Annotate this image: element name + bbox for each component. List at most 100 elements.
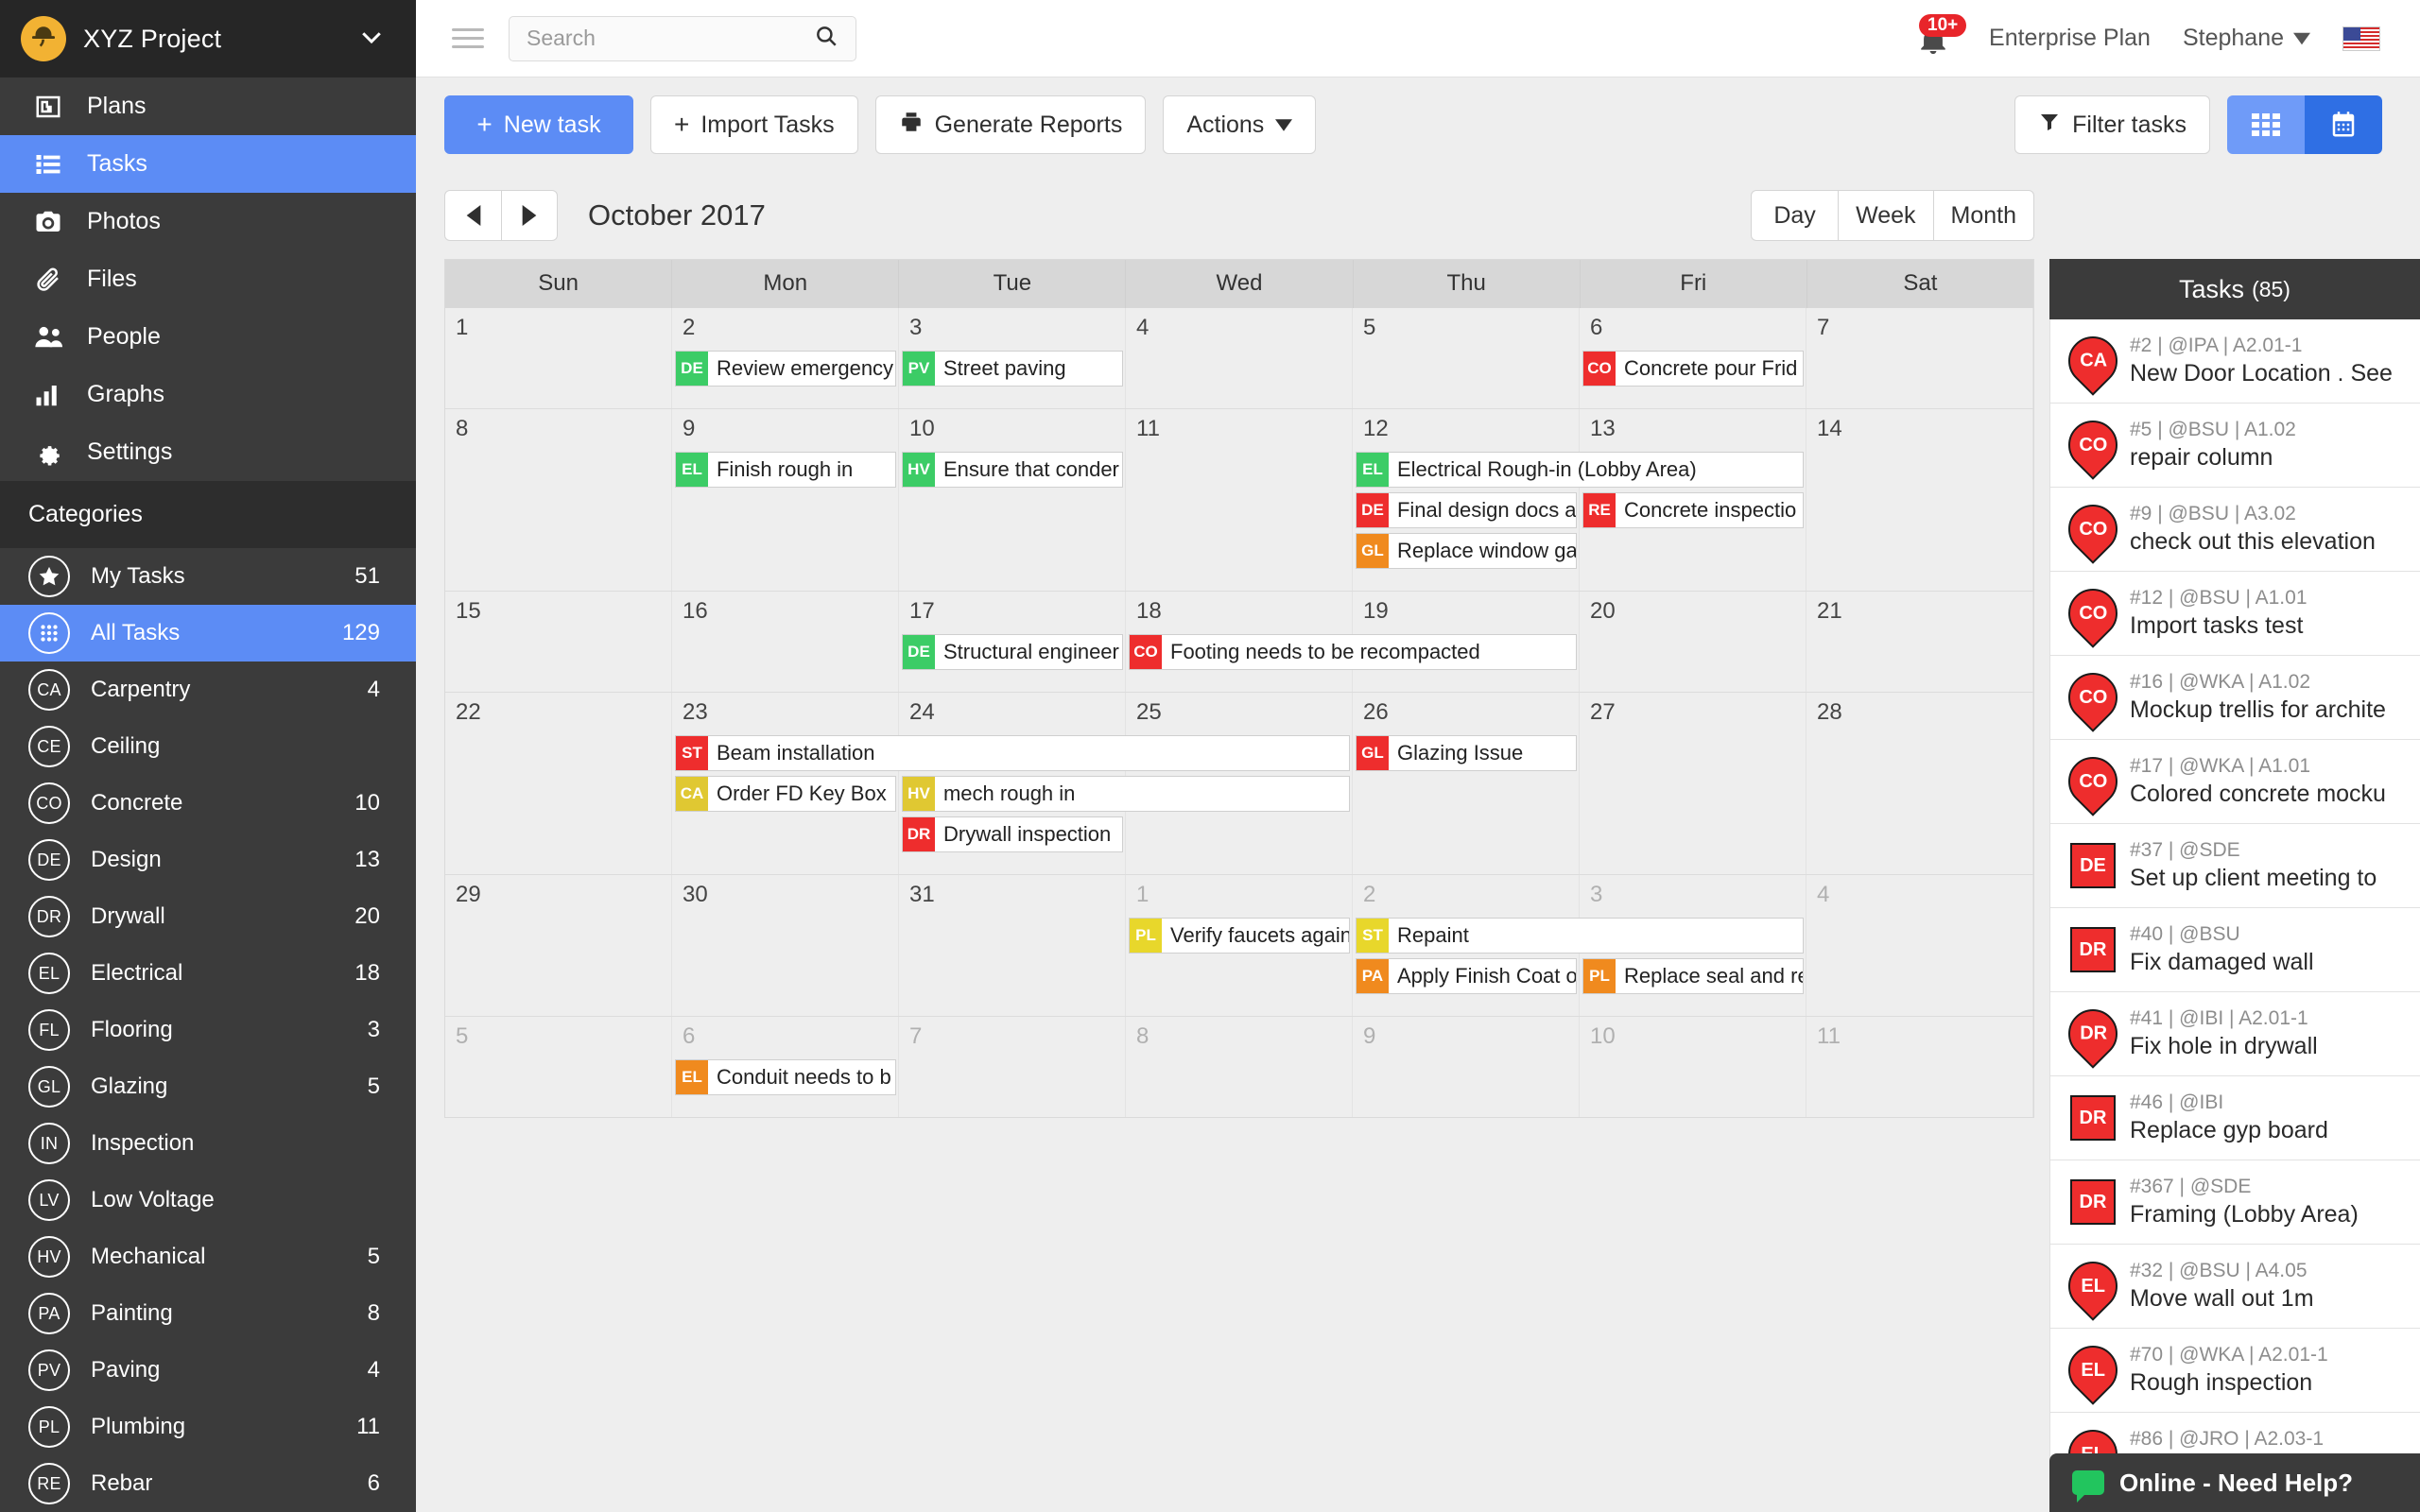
calendar-event[interactable]: HVEnsure that conder (902, 452, 1123, 488)
task-list-item[interactable]: EL#32 | @BSU | A4.05Move wall out 1m (2050, 1245, 2420, 1329)
category-label: Plumbing (91, 1414, 356, 1440)
calendar-event[interactable]: CAOrder FD Key Box (675, 776, 896, 812)
actions-button[interactable]: Actions (1163, 95, 1316, 154)
grid-view-icon[interactable] (2227, 95, 2305, 154)
category-item-my-tasks[interactable]: My Tasks51 (0, 548, 416, 605)
calendar-view-month[interactable]: Month (1933, 190, 2034, 241)
day-number: 13 (1590, 416, 1806, 442)
calendar-event-row: ELConduit needs to b (445, 1059, 2033, 1100)
calendar-event[interactable]: GLReplace window ga (1356, 533, 1577, 569)
calendar-event[interactable]: PAApply Finish Coat o (1356, 958, 1577, 994)
sidebar-item-graphs[interactable]: Graphs (0, 366, 416, 423)
category-item-glazing[interactable]: GLGlazing5 (0, 1058, 416, 1115)
category-item-electrical[interactable]: ELElectrical18 (0, 945, 416, 1002)
task-list-item[interactable]: DR#46 | @IBIReplace gyp board (2050, 1076, 2420, 1160)
search-box[interactable] (509, 16, 856, 61)
sidebar-item-photos[interactable]: Photos (0, 193, 416, 250)
sidebar-item-settings[interactable]: Settings (0, 423, 416, 481)
calendar-event[interactable]: DEFinal design docs a (1356, 492, 1577, 528)
task-list-item[interactable]: CO#5 | @BSU | A1.02repair column (2050, 404, 2420, 488)
category-item-painting[interactable]: PAPainting8 (0, 1285, 416, 1342)
sidebar-item-label: Photos (87, 208, 161, 235)
category-item-rebar[interactable]: RERebar6 (0, 1455, 416, 1512)
calendar-event[interactable]: STRepaint (1356, 918, 1804, 954)
import-tasks-button[interactable]: + Import Tasks (650, 95, 858, 154)
task-list-item[interactable]: CO#16 | @WKA | A1.02Mockup trellis for a… (2050, 656, 2420, 740)
category-item-paving[interactable]: PVPaving4 (0, 1342, 416, 1399)
task-list-item[interactable]: DR#40 | @BSUFix damaged wall (2050, 908, 2420, 992)
bar-chart-icon (34, 381, 78, 409)
calendar-event[interactable]: HVmech rough in (902, 776, 1350, 812)
calendar-event[interactable]: GLGlazing Issue (1356, 735, 1577, 771)
calendar-event[interactable]: COFooting needs to be recompacted (1129, 634, 1577, 670)
calendar-event[interactable]: COConcrete pour Frid (1582, 351, 1804, 387)
task-list-item[interactable]: CA#2 | @IPA | A2.01-1New Door Location .… (2050, 319, 2420, 404)
category-item-flooring[interactable]: FLFlooring3 (0, 1002, 416, 1058)
task-meta: #46 | @IBI (2130, 1091, 2223, 1113)
category-item-drywall[interactable]: DRDrywall20 (0, 888, 416, 945)
people-icon (34, 323, 78, 352)
category-item-mechanical[interactable]: HVMechanical5 (0, 1228, 416, 1285)
task-list-item[interactable]: CO#17 | @WKA | A1.01Colored concrete moc… (2050, 740, 2420, 824)
event-title: Order FD Key Box (717, 782, 887, 806)
task-list-item[interactable]: EL#70 | @WKA | A2.01-1Rough inspection (2050, 1329, 2420, 1413)
category-item-design[interactable]: DEDesign13 (0, 832, 416, 888)
category-item-plumbing[interactable]: PLPlumbing11 (0, 1399, 416, 1455)
calendar-view-week[interactable]: Week (1838, 190, 1932, 241)
task-list-item[interactable]: DE#37 | @SDESet up client meeting to (2050, 824, 2420, 908)
hamburger-icon[interactable] (452, 23, 484, 54)
next-month-button[interactable] (501, 190, 558, 241)
event-category-tag: GL (1357, 534, 1389, 568)
calendar-event[interactable]: ELElectrical Rough-in (Lobby Area) (1356, 452, 1804, 488)
new-task-button[interactable]: + New task (444, 95, 633, 154)
filter-tasks-button[interactable]: Filter tasks (2014, 95, 2210, 154)
calendar-event[interactable]: STBeam installation (675, 735, 1350, 771)
generate-reports-label: Generate Reports (935, 112, 1123, 139)
calendar-event-layer: STBeam installationGLGlazing Issue CAOrde… (445, 735, 2033, 857)
calendar-event[interactable]: REConcrete inspectio (1582, 492, 1804, 528)
prev-month-button[interactable] (444, 190, 501, 241)
sidebar-item-people[interactable]: People (0, 308, 416, 366)
calendar-event[interactable]: PLReplace seal and re (1582, 958, 1804, 994)
task-panel-header: Tasks (85) (2049, 259, 2420, 319)
project-selector[interactable]: XYZ Project (0, 0, 416, 77)
chat-widget[interactable]: Online - Need Help? (2049, 1453, 2420, 1512)
task-title: repair column (2130, 444, 2296, 472)
category-count: 129 (342, 620, 380, 646)
calendar-event[interactable]: ELFinish rough in (675, 452, 896, 488)
calendar-event[interactable]: DEStructural engineer (902, 634, 1123, 670)
calendar-event[interactable]: DRDrywall inspection (902, 816, 1123, 852)
task-list-item[interactable]: DR#367 | @SDEFraming (Lobby Area) (2050, 1160, 2420, 1245)
task-list-item[interactable]: CO#12 | @BSU | A1.01Import tasks test (2050, 572, 2420, 656)
calendar-event[interactable]: PVStreet paving (902, 351, 1123, 387)
calendar-view-icon[interactable] (2305, 95, 2382, 154)
category-item-ceiling[interactable]: CECeiling (0, 718, 416, 775)
sidebar-item-tasks[interactable]: Tasks (0, 135, 416, 193)
task-marker: CO (2064, 421, 2122, 470)
task-category-code: CO (2079, 435, 2107, 456)
task-list-item[interactable]: DR#41 | @IBI | A2.01-1Fix hole in drywal… (2050, 992, 2420, 1076)
search-input[interactable] (527, 26, 814, 51)
calendar-event[interactable]: PLVerify faucets again (1129, 918, 1350, 954)
chevron-down-icon[interactable] (357, 23, 386, 56)
sidebar-item-files[interactable]: Files (0, 250, 416, 308)
search-icon[interactable] (814, 24, 838, 53)
calendar-event[interactable]: ELConduit needs to b (675, 1059, 896, 1095)
sidebar-item-plans[interactable]: Plans (0, 77, 416, 135)
day-number: 9 (1363, 1023, 1579, 1050)
category-item-concrete[interactable]: COConcrete10 (0, 775, 416, 832)
us-flag-icon[interactable] (2342, 26, 2380, 51)
chevron-down-icon (2293, 32, 2310, 45)
calendar-view-day[interactable]: Day (1751, 190, 1838, 241)
category-item-inspection[interactable]: INInspection (0, 1115, 416, 1172)
day-number: 8 (1136, 1023, 1352, 1050)
category-item-carpentry[interactable]: CACarpentry4 (0, 662, 416, 718)
user-menu[interactable]: Stephane (2183, 25, 2310, 52)
generate-reports-button[interactable]: Generate Reports (875, 95, 1147, 154)
task-list-item[interactable]: CO#9 | @BSU | A3.02check out this elevat… (2050, 488, 2420, 572)
notifications-button[interactable]: 10+ (1915, 16, 1957, 61)
category-item-low-voltage[interactable]: LVLow Voltage (0, 1172, 416, 1228)
calendar-event[interactable]: DEReview emergency (675, 351, 896, 387)
category-item-all-tasks[interactable]: All Tasks129 (0, 605, 416, 662)
main-area: 10+ Enterprise Plan Stephane (416, 0, 2420, 1512)
